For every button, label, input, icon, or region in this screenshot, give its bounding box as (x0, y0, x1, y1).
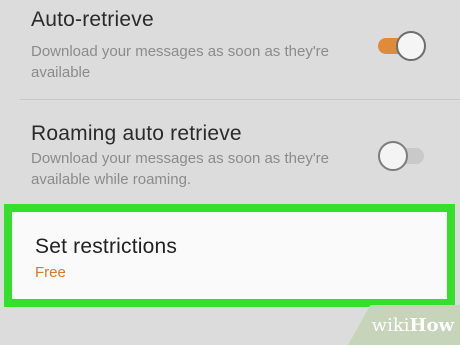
divider (20, 99, 460, 100)
watermark-how: How (409, 315, 454, 336)
setting-title: Set restrictions (35, 235, 178, 258)
toggle-thumb (378, 141, 408, 171)
setting-description: Download your messages as soon as they'r… (31, 150, 330, 188)
setting-title: Roaming auto retrieve (31, 122, 242, 145)
setting-title: Auto-retrieve (31, 8, 154, 31)
watermark-wiki: wiki (371, 315, 410, 336)
messaging-settings-screen: Auto-retrieve Download your messages as … (0, 0, 460, 345)
setting-value: Free (35, 264, 66, 281)
roaming-auto-retrieve-toggle[interactable] (378, 141, 426, 171)
auto-retrieve-toggle[interactable] (378, 31, 426, 61)
wikihow-logo: wikiHow (372, 315, 454, 336)
setting-description: Download your messages as soon as they'r… (31, 43, 330, 81)
setting-set-restrictions[interactable]: Set restrictions Free (4, 204, 455, 307)
toggle-thumb (396, 31, 426, 61)
